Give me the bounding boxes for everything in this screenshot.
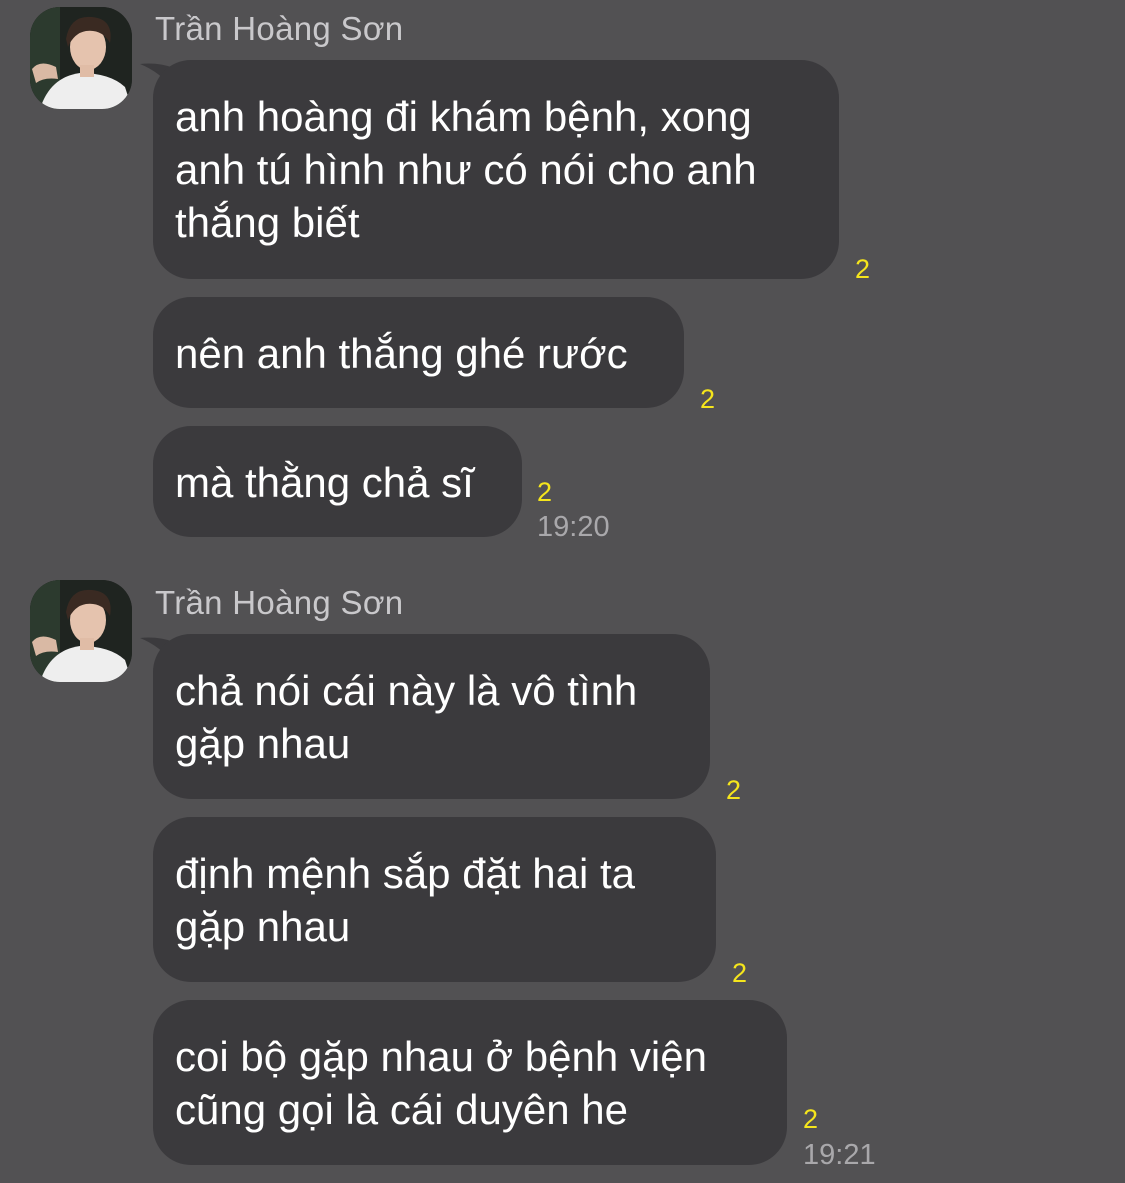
sender-avatar[interactable]: [30, 7, 132, 109]
message-bubble[interactable]: anh hoàng đi khám bệnh, xong anh tú hình…: [153, 60, 839, 279]
avatar-photo-icon: [30, 7, 132, 109]
sender-name: Trần Hoàng Sơn: [155, 584, 404, 621]
avatar-photo-icon: [30, 580, 132, 682]
unread-count: 2: [855, 254, 871, 284]
message-text: coi bộ gặp nhau ở bệnh viện cũng gọi là …: [175, 1033, 707, 1133]
message-bubble[interactable]: coi bộ gặp nhau ở bệnh viện cũng gọi là …: [153, 1000, 787, 1165]
message-timestamp: 19:21: [803, 1139, 876, 1171]
sender-name: Trần Hoàng Sơn: [155, 10, 404, 47]
message-text: nên anh thắng ghé rước: [175, 330, 628, 377]
unread-count: 2: [700, 384, 716, 414]
message-text: chả nói cái này là vô tình gặp nhau: [175, 667, 638, 767]
message-text: mà thằng chả sĩ: [175, 459, 474, 506]
message-bubble[interactable]: định mệnh sắp đặt hai ta gặp nhau: [153, 817, 716, 982]
unread-count: 2: [537, 477, 553, 507]
message-text: định mệnh sắp đặt hai ta gặp nhau: [175, 850, 635, 950]
message-timestamp: 19:20: [537, 511, 610, 543]
message-bubble[interactable]: chả nói cái này là vô tình gặp nhau: [153, 634, 710, 799]
unread-count: 2: [726, 775, 742, 805]
message-bubble[interactable]: nên anh thắng ghé rước: [153, 297, 684, 408]
message-text: anh hoàng đi khám bệnh, xong anh tú hình…: [175, 93, 757, 246]
unread-count: 2: [732, 958, 748, 988]
message-bubble[interactable]: mà thằng chả sĩ: [153, 426, 522, 537]
unread-count: 2: [803, 1104, 819, 1134]
sender-avatar[interactable]: [30, 580, 132, 682]
